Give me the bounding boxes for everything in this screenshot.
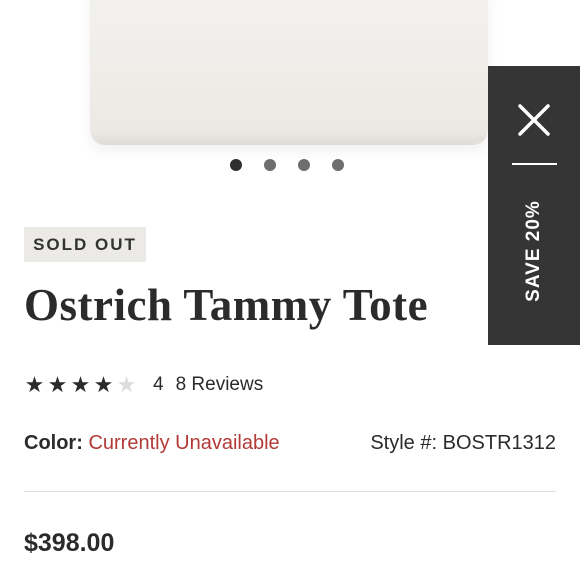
style-label: Style #:	[370, 432, 438, 454]
product-title: Ostrich Tammy Tote	[24, 280, 429, 330]
star-filled-icon: ★	[93, 372, 114, 397]
color-row: Color: Currently Unavailable	[24, 432, 280, 455]
carousel-dot[interactable]	[298, 159, 310, 171]
star-filled-icon: ★	[24, 372, 45, 397]
rating-stars: ★ ★ ★ ★ ★	[24, 374, 137, 396]
rating-value: 4	[153, 374, 164, 395]
close-icon	[518, 104, 550, 136]
save-promo-panel[interactable]: SAVE 20%	[488, 66, 580, 345]
star-filled-icon: ★	[70, 372, 91, 397]
carousel-dot[interactable]	[332, 159, 344, 171]
color-label: Color:	[24, 432, 83, 454]
product-image[interactable]	[90, 0, 488, 145]
sold-out-badge: SOLD OUT	[24, 227, 146, 262]
panel-divider	[512, 163, 557, 165]
close-button[interactable]	[510, 96, 558, 144]
review-count-link[interactable]: 8 Reviews	[176, 374, 264, 396]
carousel-dot[interactable]	[230, 159, 242, 171]
color-value: Currently Unavailable	[88, 432, 280, 454]
carousel-dots	[230, 159, 344, 171]
save-promo-label[interactable]: SAVE 20%	[523, 200, 545, 302]
star-filled-icon: ★	[47, 372, 68, 397]
carousel-dot[interactable]	[264, 159, 276, 171]
divider	[24, 491, 556, 492]
style-value: BOSTR1312	[442, 432, 556, 454]
style-number: Style #: BOSTR1312	[370, 432, 556, 455]
product-price: $398.00	[24, 529, 115, 557]
rating[interactable]: ★ ★ ★ ★ ★ 4 8 Reviews	[24, 372, 264, 398]
star-empty-icon: ★	[116, 372, 137, 397]
